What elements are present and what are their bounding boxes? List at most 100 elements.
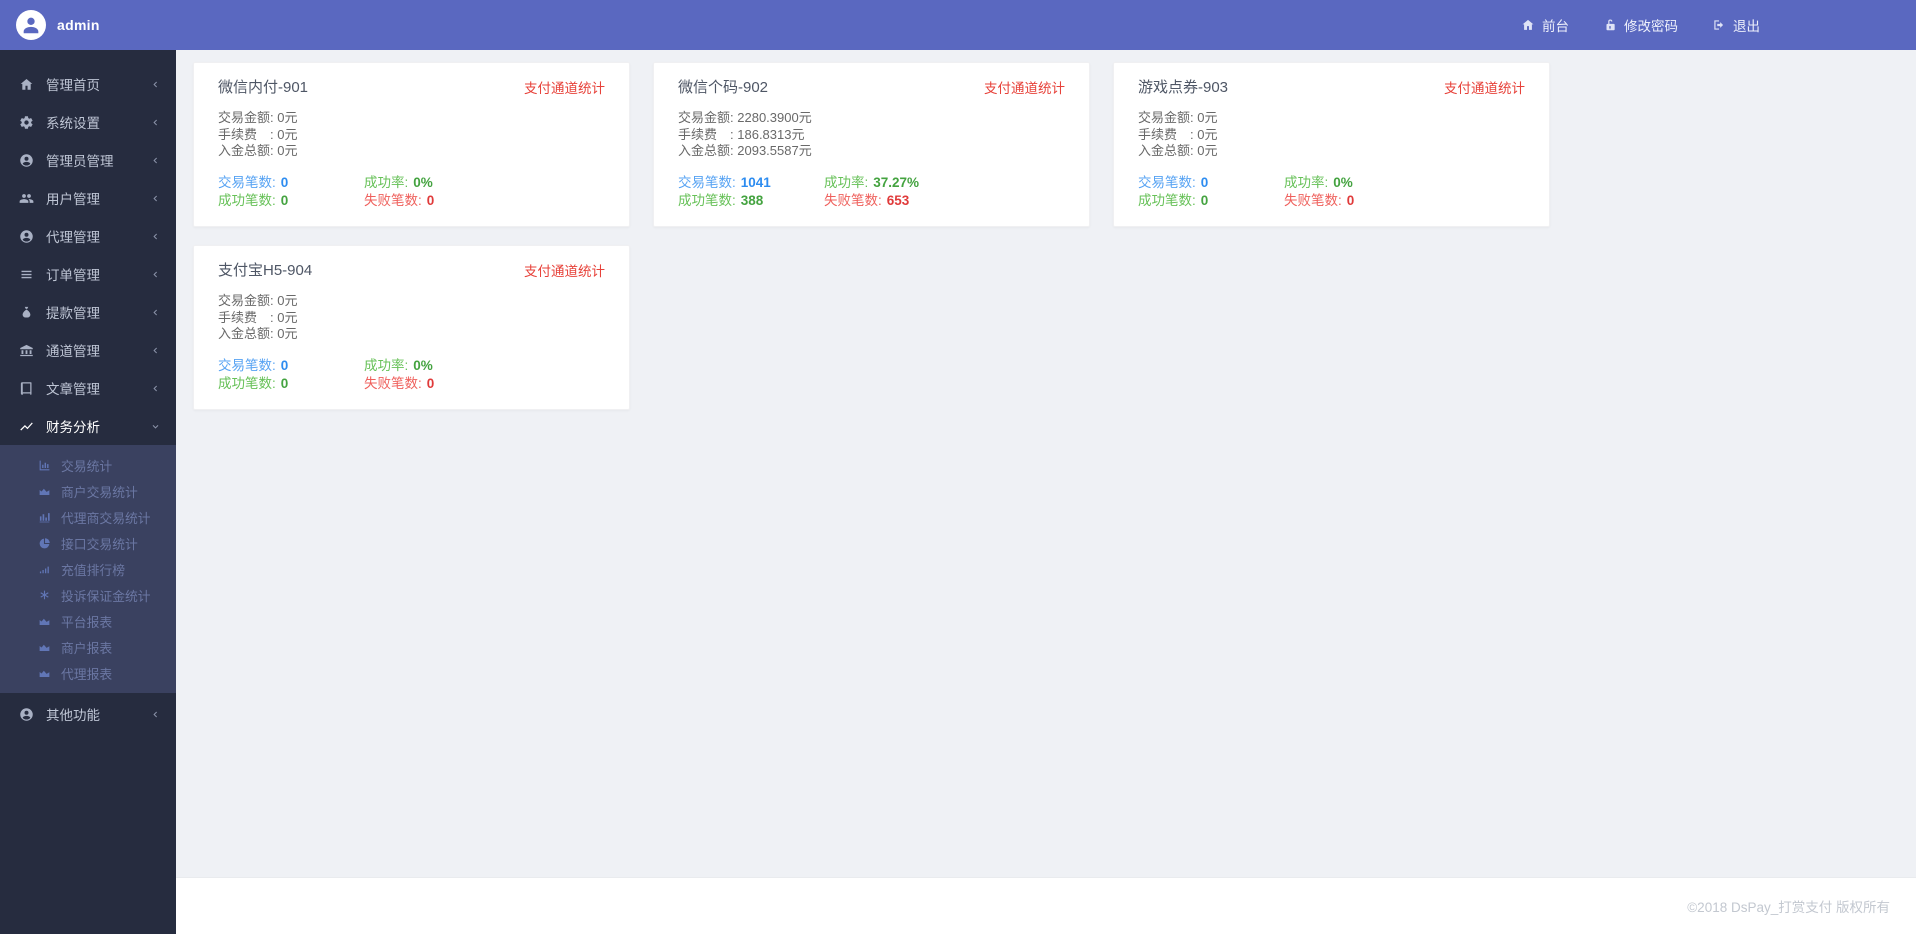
frontend-link[interactable]: 前台 [1521,15,1569,35]
sidebar-subitem-label: 平台报表 [61,614,113,630]
footer: ©2018 DsPay_打赏支付 版权所有 [176,877,1916,934]
sidebar-subitem-label: 商户报表 [61,640,113,656]
success-value: 0 [1200,192,1209,208]
change-password-label: 修改密码 [1624,19,1678,34]
sidebar-item-label: 文章管理 [46,382,100,397]
card-title: 微信内付-901 [218,79,309,96]
amount-value: 0元 [1197,110,1218,125]
sidebar-subitem-label: 交易统计 [61,458,113,474]
sidebar-item-channel-management[interactable]: 通道管理 [0,331,176,369]
sidebar-subitem-agent-report[interactable]: 代理报表 [0,660,176,686]
card-stats: 交易笔数: 0 成功率: 0% 成功笔数: 0 失败笔数: 0 [1138,174,1525,210]
sidebar-item-label: 用户管理 [46,192,100,207]
user-circle-icon [18,707,34,722]
amount-label: 交易金额: [218,110,274,125]
sidebar-subitem-complaint-deposit-stats[interactable]: 投诉保证金统计 [0,582,176,608]
chevron-left-icon [150,383,161,394]
finance-submenu: 交易统计 商户交易统计 代理商交易统计 接口交易统计 充值排行榜 投诉保证金统计… [0,445,176,693]
sidebar-item-admin-management[interactable]: 管理员管理 [0,141,176,179]
amount-label: 交易金额: [218,293,274,308]
username: admin [57,17,100,33]
sidebar-subitem-label: 充值排行榜 [61,562,125,578]
sidebar-item-other-functions[interactable]: 其他功能 [0,695,176,733]
money-bag-icon [18,305,34,320]
fee-value: 0元 [277,126,298,142]
sidebar-item-label: 提款管理 [46,306,100,321]
rate-label: 成功率: [824,174,869,190]
sidebar-item-label: 财务分析 [46,420,100,435]
fee-label: 手续费 : [1138,126,1194,142]
count-value: 1041 [740,174,771,190]
channel-stats-link[interactable]: 支付通道统计 [524,260,605,280]
sidebar-subitem-transaction-stats[interactable]: 交易统计 [0,452,176,478]
card-amounts: 交易金额: 0元 手续费 : 0元 入金总额: 0元 [218,110,605,160]
success-label: 成功笔数: [218,192,276,208]
sidebar-subitem-agent-transaction-stats[interactable]: 代理商交易统计 [0,504,176,530]
fee-value: 0元 [1197,126,1218,142]
channel-card-903: 游戏点券-903 支付通道统计 交易金额: 0元 手续费 : 0元 入金总额: … [1113,62,1550,227]
fail-value: 0 [426,192,435,208]
sidebar-subitem-recharge-ranking[interactable]: 充值排行榜 [0,556,176,582]
rate-value: 37.27% [873,174,920,190]
chevron-left-icon [150,345,161,356]
sidebar: 管理首页 系统设置 管理员管理 用户管理 代理管理 订单管理 提款管理 通道管理… [0,50,176,934]
logout-label: 退出 [1733,19,1760,34]
change-password-link[interactable]: 修改密码 [1603,15,1678,35]
total-value: 0元 [1197,143,1218,158]
sidebar-item-agent-management[interactable]: 代理管理 [0,217,176,255]
card-title: 微信个码-902 [678,79,769,96]
sign-out-icon [1714,20,1724,30]
channel-stats-link[interactable]: 支付通道统计 [524,77,605,97]
cards-grid: 微信内付-901 支付通道统计 交易金额: 0元 手续费 : 0元 入金总额: … [176,50,1916,877]
sidebar-item-user-management[interactable]: 用户管理 [0,179,176,217]
sidebar-item-withdrawal-management[interactable]: 提款管理 [0,293,176,331]
chevron-left-icon [150,79,161,90]
book-icon [18,381,34,396]
signal-icon [37,563,51,576]
amount-label: 交易金额: [1138,110,1194,125]
logout-link[interactable]: 退出 [1712,15,1760,35]
sidebar-item-system-settings[interactable]: 系统设置 [0,103,176,141]
card-stats: 交易笔数: 0 成功率: 0% 成功笔数: 0 失败笔数: 0 [218,174,605,210]
avatar [16,10,46,40]
sidebar-subitem-label: 接口交易统计 [61,536,138,552]
fee-value: 186.8313元 [737,126,805,142]
total-label: 入金总额: [1138,143,1194,158]
sidebar-item-finance-analysis[interactable]: 财务分析 [0,407,176,445]
amount-value: 0元 [277,293,298,308]
fee-label: 手续费 : [218,126,274,142]
rate-label: 成功率: [364,357,409,373]
bank-icon [18,343,34,358]
sidebar-subitem-interface-transaction-stats[interactable]: 接口交易统计 [0,530,176,556]
topbar: admin 前台 修改密码 退出 [0,0,1916,50]
sidebar-item-label: 订单管理 [46,268,100,283]
count-label: 交易笔数: [218,174,276,190]
sidebar-item-home[interactable]: 管理首页 [0,65,176,103]
rate-value: 0% [1333,174,1353,190]
chevron-left-icon [150,709,161,720]
user-circle-icon [18,153,34,168]
chevron-down-icon [150,421,161,432]
user-profile-block[interactable]: admin [16,10,100,40]
user-circle-icon [18,229,34,244]
sidebar-subitem-merchant-report[interactable]: 商户报表 [0,634,176,660]
fee-label: 手续费 : [218,309,274,325]
total-value: 2093.5587元 [737,143,812,158]
sidebar-item-label: 系统设置 [46,116,100,131]
bar-chart-icon [37,511,51,524]
sidebar-item-order-management[interactable]: 订单管理 [0,255,176,293]
area-chart-icon [37,485,51,498]
sidebar-item-article-management[interactable]: 文章管理 [0,369,176,407]
channel-card-904: 支付宝H5-904 支付通道统计 交易金额: 0元 手续费 : 0元 入金总额:… [193,245,630,410]
sidebar-item-label: 通道管理 [46,344,100,359]
rate-value: 0% [413,174,433,190]
amount-value: 2280.3900元 [737,110,812,125]
channel-stats-link[interactable]: 支付通道统计 [1444,77,1525,97]
pie-chart-icon [37,537,51,550]
sidebar-subitem-platform-report[interactable]: 平台报表 [0,608,176,634]
sidebar-subitem-merchant-transaction-stats[interactable]: 商户交易统计 [0,478,176,504]
main-area: 微信内付-901 支付通道统计 交易金额: 0元 手续费 : 0元 入金总额: … [176,50,1916,934]
bar-chart-icon [37,459,51,472]
channel-stats-link[interactable]: 支付通道统计 [984,77,1065,97]
fail-value: 0 [1346,192,1355,208]
